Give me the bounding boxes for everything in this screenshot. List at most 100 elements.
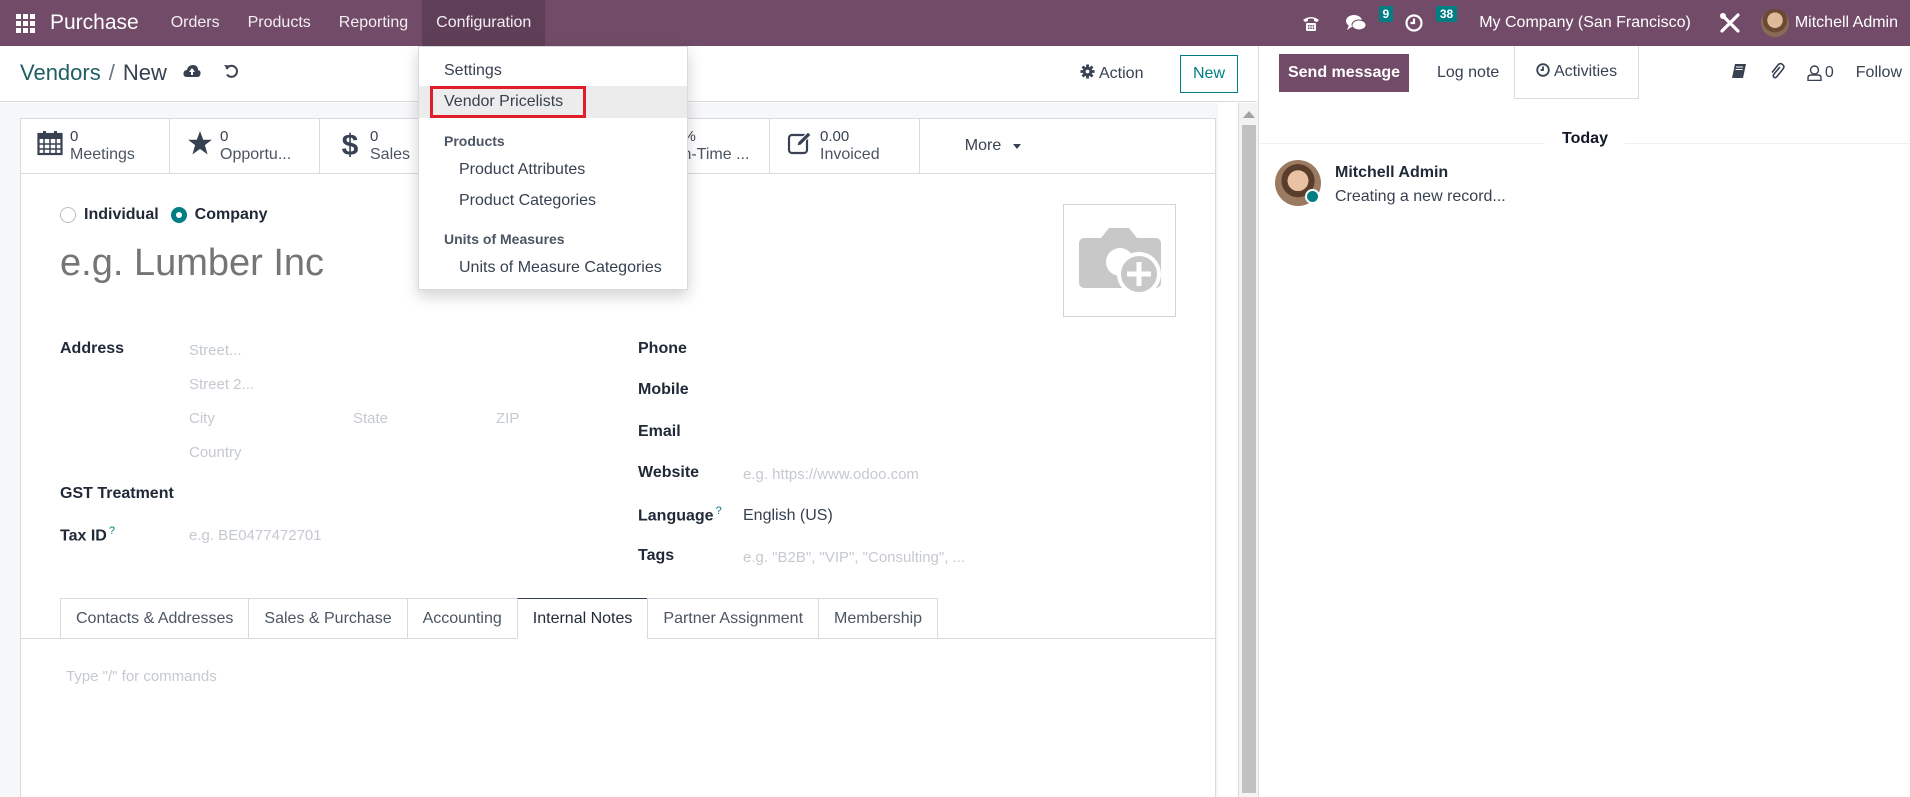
activities-clock-icon[interactable]: 38: [1393, 0, 1458, 46]
stat-invoiced[interactable]: 0.00 Invoiced: [770, 118, 920, 174]
stat-meetings[interactable]: 0 Meetings: [20, 118, 170, 174]
menu-item-settings[interactable]: Settings: [419, 55, 687, 87]
gst-treatment-label: GST Treatment: [60, 485, 174, 502]
notebook-tabs: Contacts & Addresses Sales & Purchase Ac…: [60, 598, 939, 639]
debug-tools-icon[interactable]: [1705, 0, 1755, 46]
city-input[interactable]: City: [189, 410, 215, 427]
help-icon[interactable]: ?: [109, 525, 115, 537]
paperclip-icon[interactable]: [1769, 62, 1785, 85]
follow-button[interactable]: Follow: [1856, 64, 1902, 82]
mobile-label: Mobile: [638, 381, 689, 398]
menu-header-units-of-measures: Units of Measures: [444, 231, 565, 247]
street-input[interactable]: Street...: [189, 342, 242, 359]
tab-internal-notes[interactable]: Internal Notes: [516, 598, 648, 639]
activities-label: Activities: [1553, 63, 1618, 80]
stat-label: Sales: [370, 146, 411, 163]
menu-item-product-attributes[interactable]: Product Attributes: [419, 154, 687, 186]
breadcrumb-separator: /: [108, 60, 115, 85]
internal-notes-editor[interactable]: Type "/" for commands: [66, 668, 217, 685]
scroll-thumb[interactable]: [1242, 125, 1256, 793]
tab-accounting[interactable]: Accounting: [406, 598, 517, 639]
tags-label: Tags: [638, 547, 675, 564]
stat-opportunities[interactable]: 0 Opportu...: [170, 118, 320, 174]
configuration-dropdown: Settings Vendor Pricelists Products Prod…: [418, 46, 688, 290]
message-author[interactable]: Mitchell Admin: [1335, 164, 1448, 182]
radio-company[interactable]: [170, 207, 187, 223]
tab-membership[interactable]: Membership: [818, 598, 939, 639]
followers-count: 0: [1824, 64, 1834, 81]
zip-input[interactable]: ZIP: [496, 410, 519, 427]
save-cloud-icon[interactable]: [183, 63, 201, 83]
online-status-icon: [1305, 189, 1320, 204]
menu-reporting[interactable]: Reporting: [325, 0, 422, 46]
book-icon[interactable]: [1731, 63, 1747, 84]
form-scrollbar[interactable]: [1238, 103, 1258, 797]
breadcrumb-vendors[interactable]: Vendors: [20, 60, 101, 86]
breadcrumb: Vendors / New: [20, 60, 239, 86]
new-button[interactable]: New: [1180, 55, 1238, 93]
menu-orders[interactable]: Orders: [157, 0, 234, 46]
send-message-button[interactable]: Send message: [1279, 54, 1409, 92]
messages-icon[interactable]: 9: [1333, 0, 1394, 46]
stat-value: 0: [70, 128, 79, 145]
stat-label: Meetings: [70, 146, 135, 163]
caret-down-icon: [1013, 143, 1022, 149]
radio-company-label[interactable]: Company: [195, 206, 268, 224]
highlight-box: [430, 86, 586, 118]
chatter-panel: Send message Log note Activities 0 Follo…: [1258, 46, 1910, 797]
action-button[interactable]: Action: [1080, 64, 1143, 84]
email-label: Email: [638, 423, 681, 440]
star-icon: [186, 130, 214, 163]
street2-input[interactable]: Street 2...: [189, 376, 254, 393]
apps-menu-icon[interactable]: [2, 0, 48, 46]
menu-item-uom-categories[interactable]: Units of Measure Categories: [419, 252, 687, 284]
gear-icon: [1080, 64, 1095, 84]
message-body: Creating a new record...: [1335, 188, 1506, 205]
action-label: Action: [1099, 65, 1144, 82]
top-navbar: Purchase Orders Products Reporting Confi…: [0, 0, 1910, 46]
user-menu[interactable]: Mitchell Admin: [1755, 9, 1910, 37]
website-input[interactable]: e.g. https://www.odoo.com: [743, 466, 919, 483]
voip-phone-icon[interactable]: [1289, 0, 1333, 46]
radio-individual[interactable]: [60, 207, 76, 223]
tab-contacts-addresses[interactable]: Contacts & Addresses: [60, 598, 249, 639]
state-select[interactable]: State: [353, 410, 388, 427]
app-brand[interactable]: Purchase: [50, 11, 139, 35]
more-label: More: [964, 137, 1002, 154]
menu-item-product-categories[interactable]: Product Categories: [419, 185, 687, 217]
stat-label: Opportu...: [220, 146, 292, 163]
stat-label: Invoiced: [820, 146, 880, 163]
company-type-radio: Individual Company: [60, 206, 280, 224]
tags-input[interactable]: e.g. "B2B", "VIP", "Consulting", ...: [743, 549, 965, 566]
stat-value: 0.00: [820, 128, 850, 145]
edit-icon: [786, 130, 814, 163]
more-stats-button[interactable]: More: [920, 118, 1066, 174]
menu-products[interactable]: Products: [234, 0, 325, 46]
phone-label: Phone: [638, 340, 687, 357]
stat-value: 0: [370, 128, 379, 145]
scroll-up-arrow-icon[interactable]: [1243, 111, 1255, 118]
user-icon: [1807, 65, 1822, 81]
log-note-button[interactable]: Log note: [1429, 54, 1507, 92]
help-icon[interactable]: ?: [716, 505, 722, 517]
activities-button[interactable]: Activities: [1514, 46, 1639, 99]
language-label: Language?: [638, 505, 722, 525]
country-select[interactable]: Country: [189, 444, 242, 461]
tab-partner-assignment[interactable]: Partner Assignment: [647, 598, 819, 639]
address-label: Address: [60, 340, 125, 357]
camera-plus-icon: [1078, 227, 1161, 296]
photo-upload[interactable]: [1063, 204, 1176, 317]
language-select[interactable]: English (US): [743, 507, 833, 525]
radio-individual-label[interactable]: Individual: [84, 206, 159, 224]
menu-configuration[interactable]: Configuration: [422, 0, 546, 46]
calendar-icon: [36, 130, 64, 163]
activities-badge: 38: [1435, 6, 1458, 22]
tax-id-input[interactable]: e.g. BE0477472701: [189, 527, 322, 544]
date-separator: Today: [1562, 130, 1608, 147]
stat-value: 0: [220, 128, 229, 145]
discard-undo-icon[interactable]: [223, 63, 239, 84]
company-switcher[interactable]: My Company (San Francisco): [1457, 14, 1705, 32]
tab-sales-purchase[interactable]: Sales & Purchase: [248, 598, 407, 639]
breadcrumb-current: New: [122, 60, 167, 85]
followers-button[interactable]: 0: [1807, 64, 1834, 82]
